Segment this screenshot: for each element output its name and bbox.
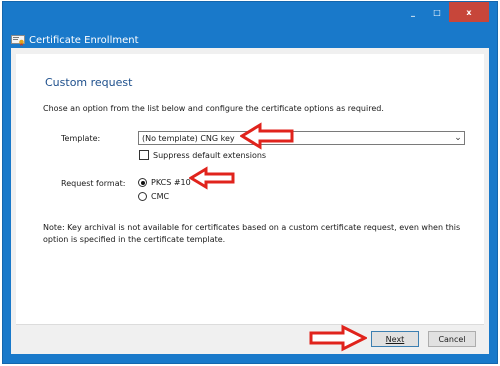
template-dropdown[interactable]: (No template) CNG key ⌄	[138, 131, 465, 145]
cancel-button-label: Cancel	[438, 334, 466, 344]
minimize-icon[interactable]: _	[401, 2, 425, 22]
title-bar: Certificate Enrollment	[11, 33, 139, 47]
maximize-icon[interactable]: □	[425, 2, 449, 22]
key-archival-note: Note: Key archival is not available for …	[43, 223, 461, 244]
page-heading: Custom request	[45, 76, 133, 89]
next-button[interactable]: Next	[371, 331, 419, 347]
wizard-page: Custom request Chose an option from the …	[16, 54, 484, 324]
suppress-extensions-label[interactable]: Suppress default extensions	[153, 151, 266, 160]
next-annotation-arrow	[309, 324, 367, 352]
cmc-radio[interactable]	[138, 192, 147, 201]
request-format-annotation-arrow	[189, 166, 235, 190]
radio-option-cmc[interactable]: CMC	[138, 192, 169, 201]
certificate-enrollment-window: _ □ x Certificate Enrollment Custom requ…	[2, 1, 498, 364]
certificate-icon	[11, 34, 25, 46]
template-label: Template:	[61, 134, 101, 143]
cancel-button[interactable]: Cancel	[428, 331, 476, 347]
window-title: Certificate Enrollment	[29, 34, 139, 46]
footer-divider	[16, 324, 484, 325]
close-icon[interactable]: x	[449, 2, 489, 22]
next-button-label: Next	[385, 334, 405, 344]
client-area: Custom request Chose an option from the …	[11, 48, 489, 354]
template-annotation-arrow	[240, 122, 294, 150]
suppress-extensions-option[interactable]: Suppress default extensions	[139, 150, 266, 160]
cmc-label[interactable]: CMC	[151, 192, 169, 201]
radio-option-pkcs10[interactable]: PKCS #10	[138, 178, 191, 187]
chevron-down-icon[interactable]: ⌄	[452, 133, 464, 143]
page-instructions: Chose an option from the list below and …	[43, 104, 384, 113]
pkcs10-radio[interactable]	[138, 178, 147, 187]
pkcs10-label[interactable]: PKCS #10	[151, 178, 191, 187]
template-selected-value: (No template) CNG key	[142, 133, 235, 143]
request-format-label: Request format:	[61, 179, 126, 188]
suppress-extensions-checkbox[interactable]	[139, 150, 149, 160]
caption-buttons: _ □ x	[401, 2, 489, 23]
